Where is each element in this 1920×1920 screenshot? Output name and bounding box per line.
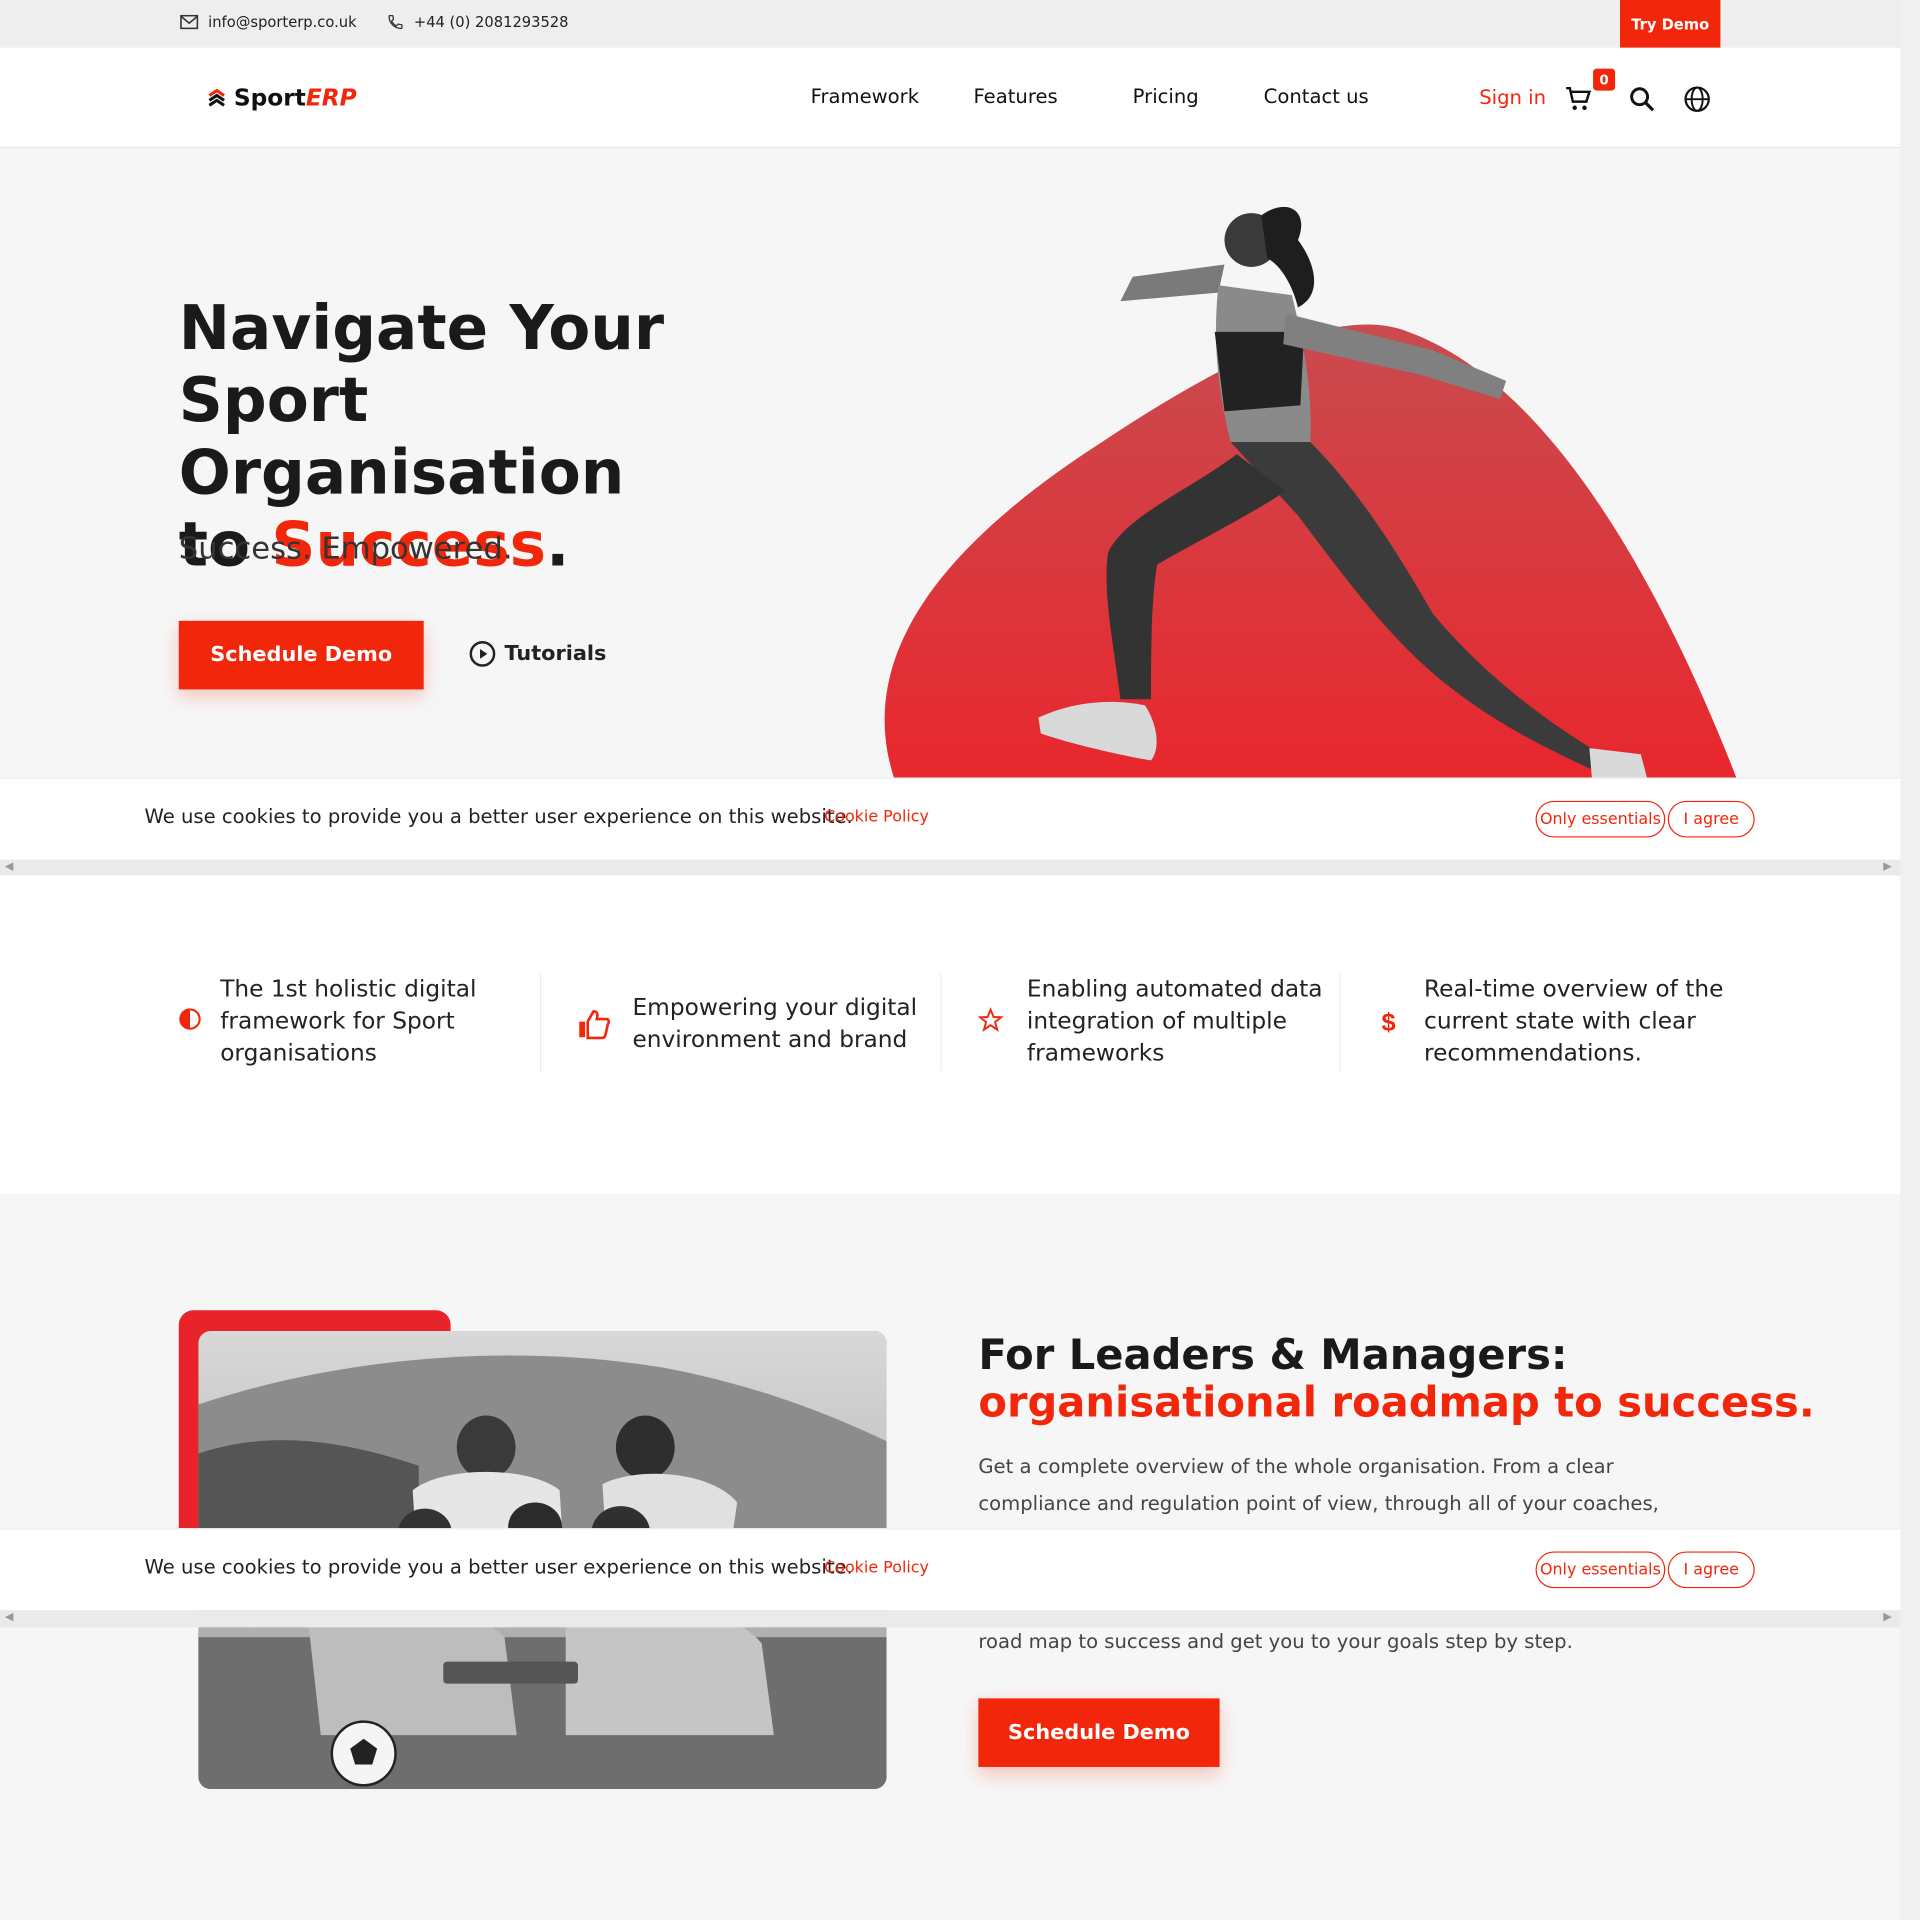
feature-text: Empowering your digital environment and … [632, 994, 918, 1054]
cookie-message: We use cookies to provide you a better u… [144, 804, 853, 828]
leaders-body-continued: road map to success and get you to your … [978, 1629, 1573, 1654]
feature-text: The 1st holistic digital framework for S… [220, 975, 477, 1067]
phone-link[interactable]: +44 (0) 2081293528 [387, 13, 569, 31]
hero-illustration [884, 206, 1737, 778]
sign-in-link[interactable]: Sign in [1479, 86, 1546, 109]
feature-item: Enabling automated data integration of m… [978, 973, 1333, 1069]
cookie-banner-duplicate: We use cookies to provide you a better u… [0, 1528, 1901, 1611]
horizontal-scrollbar[interactable]: ◀ ▶ [0, 859, 1901, 877]
leaders-title: For Leaders & Managers: organisational r… [978, 1332, 1814, 1428]
divider [940, 973, 942, 1072]
nav-features[interactable]: Features [973, 84, 1057, 107]
phone-text: +44 (0) 2081293528 [413, 13, 569, 31]
leaders-body: Get a complete overview of the whole org… [978, 1454, 1659, 1515]
thumbs-up-icon [579, 1009, 610, 1040]
scroll-left-icon[interactable]: ◀ [5, 861, 13, 873]
nav-contact[interactable]: Contact us [1264, 84, 1369, 107]
tutorials-link[interactable]: Tutorials [469, 640, 606, 667]
email-link[interactable]: info@sporterp.co.uk [180, 13, 357, 31]
vertical-scrollbar[interactable] [1900, 0, 1920, 1920]
horizontal-scrollbar[interactable]: ◀ ▶ [0, 1610, 1901, 1628]
feature-text: Real-time overview of the current state … [1424, 975, 1724, 1067]
cart-icon[interactable] [1564, 84, 1593, 113]
hero-subtitle: Success. Empowered. [178, 530, 513, 566]
cookie-policy-link[interactable]: Cookie Policy [824, 808, 929, 826]
logo-mark-icon [208, 88, 225, 107]
hero-title-line2: Sport Organisation [178, 364, 625, 509]
logo[interactable]: Sport ERP [206, 84, 357, 111]
half-circle-icon [179, 1008, 201, 1030]
hero-title-line1: Navigate Your [178, 292, 665, 364]
schedule-demo-button-2[interactable]: Schedule Demo [978, 1698, 1220, 1767]
feature-item: $ Real-time overview of the current stat… [1378, 973, 1745, 1069]
tutorials-label: Tutorials [504, 641, 607, 667]
leaders-title-line1: For Leaders & Managers: [978, 1331, 1568, 1381]
search-icon[interactable] [1627, 84, 1656, 113]
mail-icon [180, 14, 199, 30]
scroll-right-icon[interactable]: ▶ [1883, 861, 1891, 873]
nav-pricing[interactable]: Pricing [1133, 84, 1199, 107]
page: info@sporterp.co.uk +44 (0) 2081293528 T… [0, 0, 1920, 1920]
star-icon [978, 1006, 1004, 1032]
scroll-right-icon[interactable]: ▶ [1883, 1611, 1891, 1623]
feature-item: Empowering your digital environment and … [578, 992, 933, 1056]
divider [1339, 973, 1341, 1072]
phone-icon [388, 14, 403, 30]
only-essentials-button[interactable]: Only essentials [1535, 1551, 1666, 1589]
hero-section: Navigate Your Sport Organisation to Succ… [0, 148, 1901, 778]
schedule-demo-button[interactable]: Schedule Demo [178, 620, 424, 690]
nav-framework[interactable]: Framework [811, 84, 919, 107]
feature-text: Enabling automated data integration of m… [1026, 975, 1323, 1067]
globe-icon[interactable] [1682, 84, 1711, 113]
svg-text:$: $ [1381, 1009, 1395, 1037]
divider [540, 973, 542, 1072]
leaders-title-line2: organisational roadmap to success. [978, 1378, 1815, 1428]
cookie-banner: We use cookies to provide you a better u… [0, 777, 1901, 860]
cart-count-badge: 0 [1593, 68, 1616, 91]
logo-erp-text: ERP [305, 84, 357, 112]
i-agree-button[interactable]: I agree [1667, 800, 1755, 838]
features-section: The 1st holistic digital framework for S… [0, 875, 1901, 1194]
main-nav: Sport ERP Framework Features Pricing Cont… [0, 47, 1901, 149]
scroll-left-icon[interactable]: ◀ [5, 1611, 13, 1623]
email-text: info@sporterp.co.uk [208, 13, 357, 31]
logo-sport-text: Sport [233, 84, 306, 112]
only-essentials-button[interactable]: Only essentials [1535, 800, 1666, 838]
try-demo-button[interactable]: Try Demo [1620, 0, 1721, 48]
dollar-icon: $ [1381, 1009, 1395, 1037]
feature-item: The 1st holistic digital framework for S… [179, 973, 510, 1069]
i-agree-button[interactable]: I agree [1667, 1551, 1755, 1589]
hero-title-dot: . [546, 509, 570, 581]
top-bar: info@sporterp.co.uk +44 (0) 2081293528 T… [0, 0, 1901, 48]
cookie-message: We use cookies to provide you a better u… [144, 1555, 853, 1579]
red-blob-shape [884, 324, 1737, 778]
cookie-policy-link[interactable]: Cookie Policy [824, 1559, 929, 1577]
play-circle-icon [469, 641, 496, 667]
